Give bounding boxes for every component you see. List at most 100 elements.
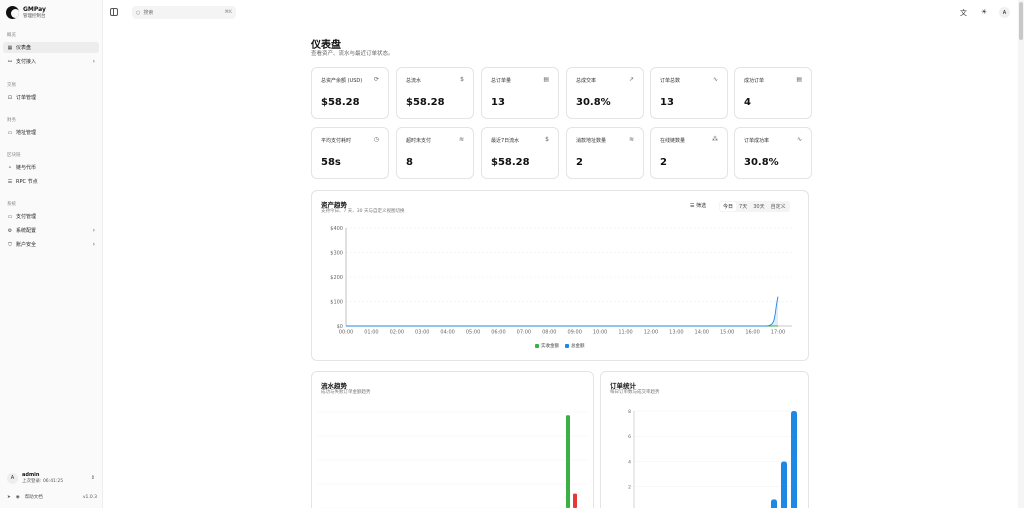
stat-card: 总资产余额 (USD) ⟳ $58.28 xyxy=(311,67,389,119)
github-icon[interactable]: ◉ xyxy=(16,495,20,500)
sidebar-item-label: 地址管理 xyxy=(16,130,37,136)
x-tick-label: 08:00 xyxy=(542,330,556,336)
y-tick-label: $100 xyxy=(330,299,343,305)
search-input[interactable]: ○ 搜索 ⌘K xyxy=(132,6,236,19)
server-icon: ☰ xyxy=(7,178,13,185)
scrollbar[interactable] xyxy=(1018,0,1024,508)
network-icon: ⁂ xyxy=(712,136,718,143)
legend-swatch xyxy=(535,344,539,348)
bar xyxy=(573,493,577,508)
sidebar-item-chains[interactable]: ⚬ 链与代币 xyxy=(3,162,99,173)
panel-subtitle: 支持今日、7 天、30 天与自定义视图切换 xyxy=(321,209,405,214)
chevron-right-icon: › xyxy=(92,58,95,65)
sidebar-item-addresses[interactable]: ▭ 地址管理 xyxy=(3,127,99,138)
theme-toggle-icon[interactable]: ☀ xyxy=(981,8,987,16)
scrollbar-thumb[interactable] xyxy=(1019,2,1023,40)
stat-value: $58.28 xyxy=(491,157,530,168)
brand[interactable]: GMPay 管理控制台 xyxy=(6,6,46,19)
stat-card: 成功订单 ▤ 4 xyxy=(734,67,812,119)
sidebar-item-security[interactable]: ⛉ 账户安全 › xyxy=(3,239,99,250)
tab-30d[interactable]: 30天 xyxy=(750,202,767,211)
send-icon[interactable]: ➤ xyxy=(7,495,11,500)
stat-card: 总流水 $ $58.28 xyxy=(396,67,474,119)
dashboard-icon: ▦ xyxy=(7,44,13,51)
stat-label: 总资产余额 (USD) xyxy=(321,78,363,84)
top-avatar[interactable]: A xyxy=(999,7,1010,18)
activity-icon: ∿ xyxy=(712,76,718,83)
x-tick-label: 05:00 xyxy=(466,330,480,336)
stat-value: 4 xyxy=(744,97,751,108)
flow-trend-chart xyxy=(318,411,588,508)
stat-value: 58s xyxy=(321,157,341,168)
y-tick-label: 2 xyxy=(628,485,631,491)
range-tabs: 今日 7天 30天 自定义 xyxy=(719,201,790,212)
bar xyxy=(781,461,787,508)
user-menu[interactable]: A admin 上次登录: 06:41:25 ⇕ xyxy=(4,468,99,488)
dollar-icon: $ xyxy=(545,136,549,143)
x-tick-label: 02:00 xyxy=(390,330,404,336)
search-shortcut: ⌘K xyxy=(224,10,232,15)
stat-card: 消款地址数量 ≋ 2 xyxy=(566,127,644,179)
tab-today[interactable]: 今日 xyxy=(720,202,737,211)
section-label-finance: 财务 xyxy=(7,118,16,123)
stat-value: $58.28 xyxy=(321,97,360,108)
panel-subtitle: 每日订单数与成交率趋势 xyxy=(610,390,660,395)
link-icon: ⚯ xyxy=(7,58,13,65)
dollar-icon: $ xyxy=(460,76,464,83)
sidebar-item-dashboard[interactable]: ▦ 仪表盘 xyxy=(3,42,99,53)
tab-7d[interactable]: 7天 xyxy=(736,202,750,211)
x-tick-label: 07:00 xyxy=(517,330,531,336)
logo-icon xyxy=(6,6,19,19)
version-label: v1.0.3 xyxy=(82,494,97,500)
x-tick-label: 04:00 xyxy=(440,330,454,336)
wallet-icon: ▭ xyxy=(7,129,13,136)
x-tick-label: 16:00 xyxy=(745,330,759,336)
y-tick-label: $200 xyxy=(330,275,343,281)
card-icon: ▭ xyxy=(7,213,13,220)
receipt-icon: ▤ xyxy=(543,76,549,83)
gear-icon: ⚙ xyxy=(7,227,13,234)
activity-icon: ∿ xyxy=(796,136,802,143)
x-tick-label: 06:00 xyxy=(491,330,505,336)
stat-label: 订单成功率 xyxy=(744,138,770,144)
y-tick-label: $300 xyxy=(330,250,343,256)
sidebar-item-label: 支付管理 xyxy=(16,214,37,220)
app-root: GMPay 管理控制台 概览 ▦ 仪表盘 ⚯ 支付接入 › 交易 ⊡ 订单管理 … xyxy=(0,0,1024,508)
sidebar-toggle-icon[interactable] xyxy=(110,8,118,16)
tab-custom[interactable]: 自定义 xyxy=(768,202,789,211)
layers-icon: ≋ xyxy=(628,136,634,143)
stat-value: 30.8% xyxy=(576,97,611,108)
sidebar-item-settings[interactable]: ⚙ 系统配置 › xyxy=(3,225,99,236)
series-area xyxy=(766,296,778,326)
filter-icon: ☰ xyxy=(690,203,695,209)
translate-icon[interactable]: 文 xyxy=(960,8,967,18)
docs-link[interactable]: 帮助文档 xyxy=(25,494,43,500)
stat-card: 平均支付耗时 ◷ 58s xyxy=(311,127,389,179)
sidebar-item-label: 系统配置 xyxy=(16,228,37,234)
filter-label: 筛选 xyxy=(696,203,707,209)
x-tick-label: 09:00 xyxy=(567,330,581,336)
x-tick-label: 15:00 xyxy=(720,330,734,336)
chevron-right-icon: › xyxy=(92,241,95,248)
coins-icon: ⚬ xyxy=(7,164,13,171)
stat-label: 订单总数 xyxy=(660,78,681,84)
bar xyxy=(791,411,797,508)
stat-value: 8 xyxy=(406,157,413,168)
sidebar-item-payment-access[interactable]: ⚯ 支付接入 › xyxy=(3,56,99,67)
shield-icon: ⛉ xyxy=(8,241,12,248)
stat-label: 总流水 xyxy=(406,78,422,84)
y-tick-label: $400 xyxy=(330,226,343,232)
y-tick-label: 4 xyxy=(628,459,631,465)
stat-card: 总订单量 ▤ 13 xyxy=(481,67,559,119)
sidebar-item-payments[interactable]: ▭ 支付管理 xyxy=(3,211,99,222)
sidebar-item-orders[interactable]: ⊡ 订单管理 xyxy=(3,92,99,103)
y-tick-label: 8 xyxy=(628,409,631,415)
sidebar-item-rpc[interactable]: ☰ RPC 节点 xyxy=(3,176,99,187)
legend-label: 实收金额 xyxy=(541,344,559,349)
x-tick-label: 01:00 xyxy=(364,330,378,336)
legend-label: 总金额 xyxy=(571,344,585,349)
chevrons-up-down-icon: ⇕ xyxy=(90,475,95,481)
stat-value: 13 xyxy=(660,97,674,108)
filter-button[interactable]: ☰ 筛选 xyxy=(690,202,706,209)
search-placeholder: 搜索 xyxy=(143,10,154,16)
